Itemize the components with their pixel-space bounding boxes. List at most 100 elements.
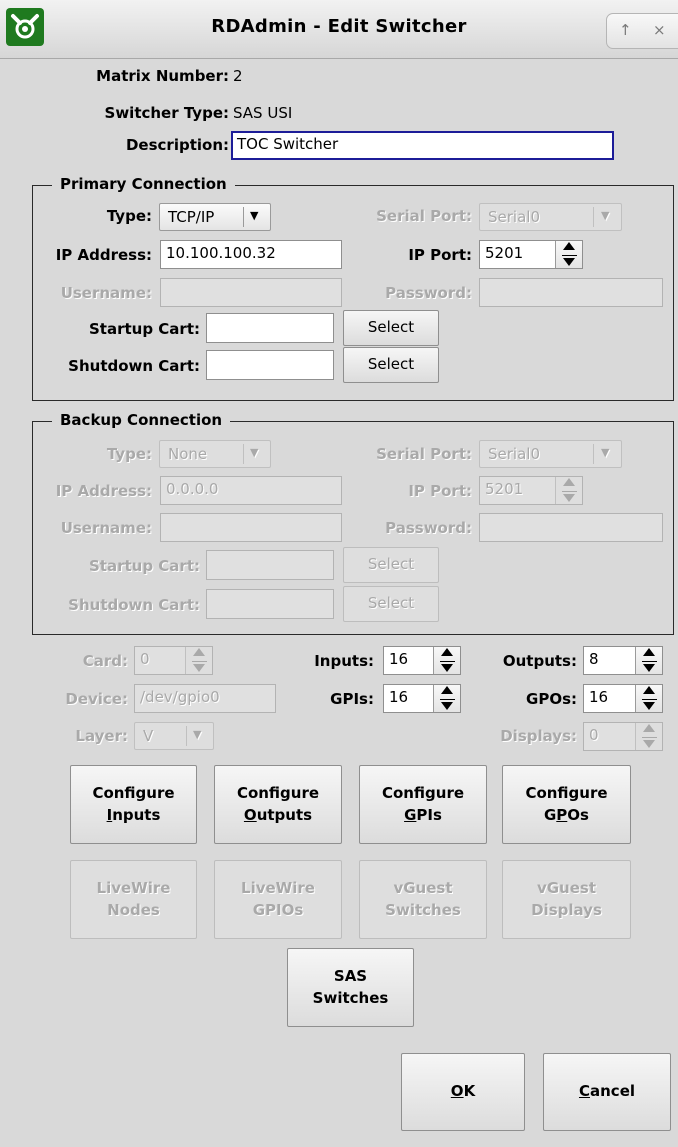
device-label: Device: xyxy=(65,690,128,708)
backup-type-label: Type: xyxy=(106,445,152,463)
displays-spinbox[interactable]: 0 xyxy=(583,722,663,751)
primary-type-combo[interactable]: TCP/IP ▼ xyxy=(159,203,271,231)
gpos-value: 16 xyxy=(589,688,609,706)
backup-password-field[interactable] xyxy=(479,513,663,542)
backup-serial-port-combo[interactable]: Serial0 ▼ xyxy=(479,440,622,468)
chevron-down-icon: ▼ xyxy=(250,446,259,459)
primary-type-label: Type: xyxy=(106,207,152,225)
gpis-value: 16 xyxy=(389,688,409,706)
primary-ip-port-spinbox[interactable]: 5201 xyxy=(479,240,583,269)
inputs-spinbox[interactable]: 16 xyxy=(383,646,461,675)
gpis-label: GPIs: xyxy=(330,690,374,708)
outputs-spinbox[interactable]: 8 xyxy=(583,646,663,675)
backup-type-combo[interactable]: None ▼ xyxy=(159,440,271,468)
window-title: RDAdmin - Edit Switcher xyxy=(211,16,467,37)
configure-gpis-button[interactable]: Configure GPIs xyxy=(359,765,487,844)
backup-ip-address-field[interactable]: 0.0.0.0 xyxy=(160,476,342,505)
backup-password-label: Password: xyxy=(385,519,472,537)
spin-arrows-icon[interactable] xyxy=(555,477,582,504)
backup-shutdown-cart-label: Shutdown Cart: xyxy=(68,596,200,614)
gpis-spinbox[interactable]: 16 xyxy=(383,684,461,713)
gpos-label: GPOs: xyxy=(526,690,577,708)
card-label: Card: xyxy=(82,652,128,670)
primary-shutdown-cart-label: Shutdown Cart: xyxy=(68,357,200,375)
backup-username-label: Username: xyxy=(60,519,152,537)
primary-password-label: Password: xyxy=(385,284,472,302)
vguest-switches-button[interactable]: vGuest Switches xyxy=(359,860,487,939)
backup-shutdown-cart-field[interactable] xyxy=(206,589,334,619)
spin-arrows-icon[interactable] xyxy=(185,647,212,674)
shade-icon[interactable]: ↑ xyxy=(619,21,632,39)
chevron-down-icon: ▼ xyxy=(601,209,610,222)
backup-ip-port-label: IP Port: xyxy=(408,482,472,500)
primary-serial-port-value: Serial0 xyxy=(488,208,540,226)
switcher-type-value: SAS USI xyxy=(233,104,293,122)
ok-button[interactable]: OK xyxy=(401,1053,525,1131)
primary-username-label: Username: xyxy=(60,284,152,302)
sas-switches-button[interactable]: SAS Switches xyxy=(287,948,414,1027)
card-spinbox[interactable]: 0 xyxy=(134,646,213,675)
inputs-label: Inputs: xyxy=(314,652,374,670)
livewire-nodes-button[interactable]: LiveWire Nodes xyxy=(70,860,197,939)
cancel-button[interactable]: Cancel xyxy=(543,1053,671,1131)
backup-username-field[interactable] xyxy=(160,513,342,542)
backup-connection-title: Backup Connection xyxy=(52,411,231,429)
spin-arrows-icon[interactable] xyxy=(433,647,460,674)
primary-startup-cart-label: Startup Cart: xyxy=(89,320,200,338)
backup-ip-port-value: 5201 xyxy=(485,480,524,498)
layer-label: Layer: xyxy=(75,727,128,745)
backup-ip-port-spinbox[interactable]: 5201 xyxy=(479,476,583,505)
layer-combo[interactable]: V ▼ xyxy=(134,722,214,750)
spin-arrows-icon[interactable] xyxy=(635,647,662,674)
spin-arrows-icon[interactable] xyxy=(635,723,662,750)
outputs-value: 8 xyxy=(589,650,599,668)
backup-serial-port-label: Serial Port: xyxy=(376,445,472,463)
backup-ip-address-label: IP Address: xyxy=(55,482,152,500)
configure-outputs-button[interactable]: Configure Outputs xyxy=(214,765,342,844)
close-icon[interactable]: × xyxy=(653,21,666,39)
gpos-spinbox[interactable]: 16 xyxy=(583,684,663,713)
primary-ip-port-value: 5201 xyxy=(485,244,524,262)
backup-startup-select-button[interactable]: Select xyxy=(343,547,439,583)
chevron-down-icon: ▼ xyxy=(250,209,259,222)
outputs-label: Outputs: xyxy=(502,652,577,670)
primary-startup-select-button[interactable]: Select xyxy=(343,310,439,346)
displays-label: Displays: xyxy=(500,727,577,745)
primary-type-value: TCP/IP xyxy=(168,208,215,226)
backup-serial-port-value: Serial0 xyxy=(488,445,540,463)
primary-serial-port-label: Serial Port: xyxy=(376,207,472,225)
primary-ip-port-label: IP Port: xyxy=(408,246,472,264)
primary-shutdown-select-button[interactable]: Select xyxy=(343,347,439,383)
title-bar: RDAdmin - Edit Switcher ↑ × xyxy=(0,0,678,59)
configure-gpos-button[interactable]: Configure GPOs xyxy=(502,765,631,844)
primary-startup-cart-field[interactable] xyxy=(206,313,334,343)
backup-startup-cart-field[interactable] xyxy=(206,550,334,580)
livewire-gpios-button[interactable]: LiveWire GPIOs xyxy=(214,860,342,939)
card-value: 0 xyxy=(140,650,150,668)
chevron-down-icon: ▼ xyxy=(193,728,202,741)
primary-serial-port-combo[interactable]: Serial0 ▼ xyxy=(479,203,622,231)
spin-arrows-icon[interactable] xyxy=(635,685,662,712)
primary-password-field[interactable] xyxy=(479,278,663,307)
layer-value: V xyxy=(143,727,154,745)
backup-type-value: None xyxy=(168,445,208,463)
primary-ip-address-field[interactable]: 10.100.100.32 xyxy=(160,240,342,269)
primary-username-field[interactable] xyxy=(160,278,342,307)
spin-arrows-icon[interactable] xyxy=(433,685,460,712)
spin-arrows-icon[interactable] xyxy=(555,241,582,268)
displays-value: 0 xyxy=(589,726,599,744)
matrix-number-label: Matrix Number: xyxy=(96,67,229,85)
backup-startup-cart-label: Startup Cart: xyxy=(89,557,200,575)
window-controls: ↑ × xyxy=(606,13,678,49)
configure-inputs-button[interactable]: Configure Inputs xyxy=(70,765,197,844)
vguest-displays-button[interactable]: vGuest Displays xyxy=(502,860,631,939)
primary-ip-address-label: IP Address: xyxy=(55,246,152,264)
inputs-value: 16 xyxy=(389,650,409,668)
primary-connection-title: Primary Connection xyxy=(52,175,235,193)
backup-shutdown-select-button[interactable]: Select xyxy=(343,586,439,622)
device-field[interactable]: /dev/gpio0 xyxy=(134,684,276,713)
description-label: Description: xyxy=(125,136,229,154)
primary-shutdown-cart-field[interactable] xyxy=(206,350,334,380)
switcher-type-label: Switcher Type: xyxy=(104,104,229,122)
description-field[interactable]: TOC Switcher xyxy=(231,131,614,160)
